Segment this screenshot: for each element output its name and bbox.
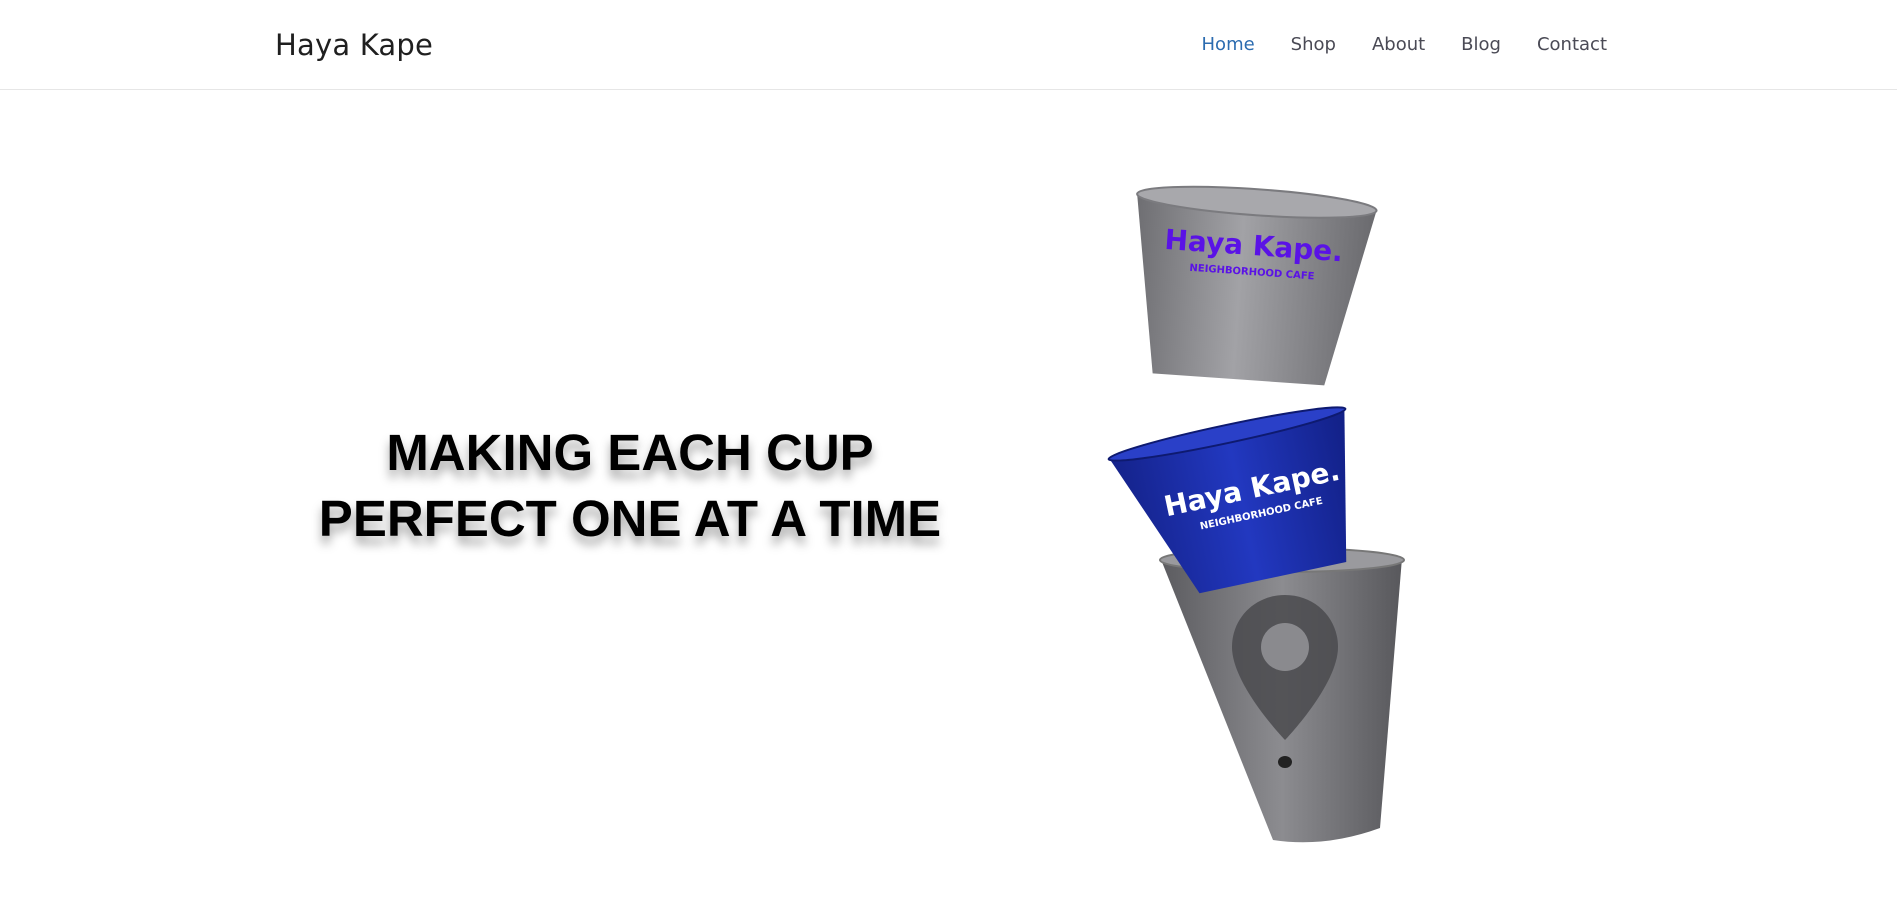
stacked-cups-image: Haya Kape. NEIGHBORHOOD CAFE Haya Kape. … <box>1080 180 1420 860</box>
nav-link-about[interactable]: About <box>1372 34 1425 55</box>
brand-logo[interactable]: Haya Kape <box>275 28 433 62</box>
top-cup: Haya Kape. NEIGHBORHOOD CAFE <box>1136 185 1378 386</box>
cups-illustration: Haya Kape. NEIGHBORHOOD CAFE Haya Kape. … <box>1107 185 1405 843</box>
hero-headline: MAKING EACH CUP PERFECT ONE AT A TIME <box>300 420 960 552</box>
nav-link-home[interactable]: Home <box>1202 34 1255 55</box>
nav-link-contact[interactable]: Contact <box>1537 34 1607 55</box>
nav-link-shop[interactable]: Shop <box>1291 34 1336 55</box>
navbar: Haya Kape Home Shop About Blog Contact <box>0 0 1897 90</box>
hero-line-2: PERFECT ONE AT A TIME <box>318 490 942 547</box>
nav-links: Home Shop About Blog Contact <box>1166 34 1607 55</box>
hero-line-1: MAKING EACH CUP <box>386 424 874 481</box>
nav-link-blog[interactable]: Blog <box>1461 34 1501 55</box>
bottom-cup <box>1159 547 1405 843</box>
